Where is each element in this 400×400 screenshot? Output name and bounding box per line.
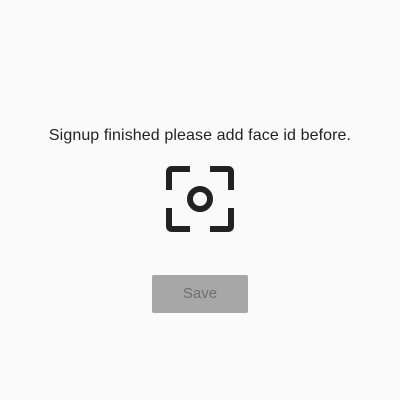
signup-face-id-screen: Signup finished please add face id befor…: [0, 0, 400, 400]
face-id-scan-icon: [166, 166, 234, 232]
face-id-scan-button[interactable]: [166, 166, 234, 232]
signup-message: Signup finished please add face id befor…: [48, 127, 352, 144]
save-button[interactable]: Save: [152, 275, 248, 313]
